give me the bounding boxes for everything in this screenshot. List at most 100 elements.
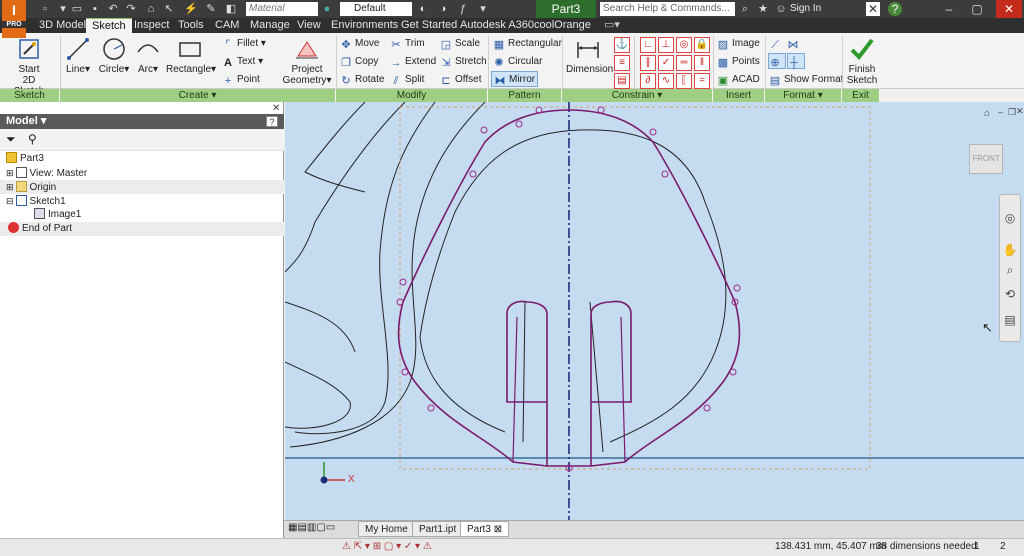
tab-3d-model[interactable]: 3D Model xyxy=(39,18,86,33)
dimension-button[interactable]: Dimension xyxy=(566,36,613,75)
tab-manage[interactable]: Manage xyxy=(250,18,290,33)
centerline-button[interactable]: ⋈ xyxy=(787,36,802,52)
undo-icon[interactable]: ↶ xyxy=(106,2,120,16)
circle-button[interactable]: Circle▾ xyxy=(98,36,130,75)
move-button[interactable]: ✥ Move xyxy=(340,36,379,52)
clear-appearance-icon[interactable]: ◑ xyxy=(436,2,450,16)
smooth-icon[interactable]: ∿ xyxy=(658,73,674,89)
panel-label-create[interactable]: Create ▾ xyxy=(60,89,336,102)
rectangle-button[interactable]: Rectangle▾ xyxy=(166,36,216,75)
vertical-icon[interactable]: ‖ xyxy=(694,55,710,71)
circular-pattern-button[interactable]: ✺ Circular xyxy=(493,54,542,70)
application-menu-button[interactable]: I PRO xyxy=(2,0,26,38)
canvas-restore-icon[interactable]: ❐ xyxy=(1008,107,1016,118)
perpendicular-icon[interactable]: ✓ xyxy=(658,55,674,71)
pan-icon[interactable]: ✋ xyxy=(1002,242,1018,258)
sketch-icon[interactable]: ✎ xyxy=(204,2,218,16)
find-icon[interactable]: ⚲ xyxy=(28,132,37,146)
orbit-icon[interactable]: ⟲ xyxy=(1002,286,1018,302)
tab-cam[interactable]: CAM xyxy=(215,18,239,33)
open-icon[interactable]: ▭ xyxy=(70,2,84,16)
copy-button[interactable]: ❐ Copy xyxy=(340,54,378,70)
mirror-button[interactable]: ⧓ Mirror xyxy=(491,71,539,87)
tangent-icon[interactable]: ∂ xyxy=(640,73,656,89)
acad-button[interactable]: ▣ ACAD xyxy=(717,72,760,88)
rotate-button[interactable]: ↻ Rotate xyxy=(340,72,384,88)
doc-tab-part3[interactable]: Part3 ⊠ xyxy=(460,521,510,537)
points-button[interactable]: ▩ Points xyxy=(717,54,760,70)
constraint-settings-icon[interactable]: ▤ xyxy=(614,73,630,89)
tab-sketch[interactable]: Sketch xyxy=(86,18,132,33)
canvas-close-icon[interactable]: ✕ xyxy=(1016,106,1024,117)
panel-label-constrain[interactable]: Constrain ▾ xyxy=(562,89,713,102)
equal-icon[interactable]: = xyxy=(694,73,710,89)
tab-coolorange[interactable]: coolOrange xyxy=(534,18,591,33)
image-button[interactable]: ▨ Image xyxy=(717,36,760,52)
tree-item-view-master[interactable]: ⊞ View: Master xyxy=(0,166,284,180)
search-input[interactable]: Search Help & Commands... xyxy=(600,2,735,16)
point-button[interactable]: + Point xyxy=(222,72,260,88)
extend-button[interactable]: → Extend xyxy=(390,54,437,70)
appearance-dropdown[interactable]: Default xyxy=(340,2,412,16)
tab-environments[interactable]: Environments xyxy=(331,18,398,33)
tab-inspect[interactable]: Inspect xyxy=(134,18,169,33)
panel-label-format[interactable]: Format ▾ xyxy=(765,89,842,102)
text-button[interactable]: A Text ▾ xyxy=(222,54,263,70)
help-icon[interactable]: ? xyxy=(888,2,902,16)
qat-options-icon[interactable]: ▾ xyxy=(476,2,490,16)
offset-button[interactable]: ⊏ Offset xyxy=(440,72,481,88)
canvas-minimize-icon[interactable]: – xyxy=(998,107,1003,117)
trim-button[interactable]: ✂ Trim xyxy=(390,36,424,52)
tab-tools[interactable]: Tools xyxy=(178,18,204,33)
tile-windows-icons[interactable]: ▦▤▥▢▭ xyxy=(288,522,335,533)
new-icon[interactable]: ▫ xyxy=(38,2,52,16)
finish-sketch-button[interactable]: Finish Sketch xyxy=(846,36,878,86)
concentric-icon[interactable]: ◎ xyxy=(676,37,692,53)
viewcube-home-icon[interactable]: ⌂ xyxy=(984,108,990,119)
line-button[interactable]: Line▾ xyxy=(64,36,92,75)
material-icon[interactable]: ◧ xyxy=(224,2,238,16)
coincident-icon[interactable]: ∟ xyxy=(640,37,656,53)
zoom-icon[interactable]: ⌕ xyxy=(1002,262,1018,278)
symmetric-icon[interactable]: ⟦ xyxy=(676,73,692,89)
close-tab-icon[interactable]: ⊠ xyxy=(494,524,502,535)
save-icon[interactable]: ▪ xyxy=(88,2,102,16)
browser-close-icon[interactable]: ✕ xyxy=(272,103,280,114)
favorites-icon[interactable]: ★ xyxy=(756,2,770,16)
show-constraints-icon[interactable]: ≡ xyxy=(614,55,630,71)
close-icon[interactable]: ✕ xyxy=(996,0,1022,18)
tree-item-origin[interactable]: ⊞ Origin xyxy=(0,180,284,194)
parallel-icon[interactable]: ∥ xyxy=(640,55,656,71)
fix-icon[interactable]: 🔒 xyxy=(694,37,710,53)
adjust-icon[interactable]: ◐ xyxy=(416,2,430,16)
sign-in-link[interactable]: Sign In xyxy=(790,2,821,16)
look-at-icon[interactable]: ▤ xyxy=(1002,312,1018,328)
material-dropdown[interactable]: Material xyxy=(246,2,318,16)
tab-autodesk-a360[interactable]: Autodesk A360 xyxy=(460,18,534,33)
graphics-canvas[interactable] xyxy=(285,102,1024,520)
construction-button[interactable]: ⟋ xyxy=(769,36,784,52)
parameters-icon[interactable]: ƒ xyxy=(456,2,470,16)
arc-button[interactable]: Arc▾ xyxy=(134,36,162,75)
tree-item-image1[interactable]: Image1 xyxy=(0,208,284,222)
tab-get-started[interactable]: Get Started xyxy=(401,18,457,33)
status-tool-icons[interactable]: ⚠ ⇱ ▾ ⊞ ▢ ▾ ✓ ▾ ⚠ xyxy=(342,540,432,554)
select-icon[interactable]: ↖ xyxy=(162,2,176,16)
project-geometry-button[interactable]: Project Geometry▾ xyxy=(282,36,332,86)
start-2d-sketch-button[interactable]: Start 2D Sketch xyxy=(6,36,52,97)
scale-button[interactable]: ◲ Scale xyxy=(440,36,480,52)
steering-wheel-icon[interactable]: ◎ xyxy=(1002,210,1018,226)
rectangular-pattern-button[interactable]: ▦ Rectangular xyxy=(493,36,562,52)
exchange-icon[interactable]: ✕ xyxy=(866,2,880,16)
tree-item-end-of-part[interactable]: End of Part xyxy=(0,222,284,236)
doc-tab-part1[interactable]: Part1.ipt xyxy=(412,521,464,537)
ribbon-options-icon[interactable]: ▭▾ xyxy=(604,18,620,33)
tree-item-part3[interactable]: Part3 xyxy=(0,152,284,166)
search-icon[interactable]: ⌕ xyxy=(738,2,752,16)
maximize-icon[interactable]: ▢ xyxy=(968,0,986,18)
update-icon[interactable]: ⚡ xyxy=(184,2,198,16)
driven-dimension-button[interactable]: ┼ xyxy=(787,53,805,69)
horizontal-icon[interactable]: ═ xyxy=(676,55,692,71)
browser-help-icon[interactable]: ? xyxy=(266,116,278,127)
fillet-button[interactable]: ⌜ Fillet ▾ xyxy=(222,36,266,52)
